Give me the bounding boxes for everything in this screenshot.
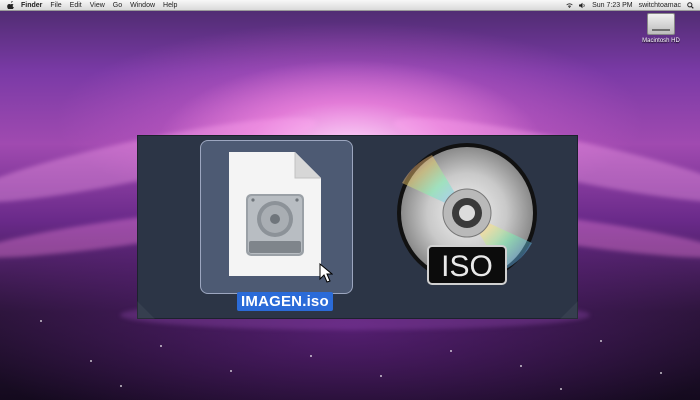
iso-label: ISO	[441, 250, 493, 283]
user-name[interactable]: switchtoamac	[639, 2, 681, 9]
apple-icon	[7, 1, 14, 9]
wifi-icon[interactable]	[566, 2, 573, 9]
star	[120, 385, 122, 387]
star	[600, 340, 602, 342]
menu-go[interactable]: Go	[113, 2, 122, 9]
iso-illustration-panel: IMAGEN.iso ISO	[137, 135, 578, 319]
mouse-cursor-icon	[319, 263, 333, 283]
hard-drive-icon[interactable]	[647, 13, 675, 35]
star	[160, 345, 162, 347]
star	[40, 320, 42, 322]
clock[interactable]: Sun 7:23 PM	[592, 2, 632, 9]
menu-app-name[interactable]: Finder	[21, 2, 42, 9]
spotlight-icon[interactable]	[687, 1, 694, 9]
selected-file-name[interactable]: IMAGEN.iso	[237, 292, 333, 311]
star	[660, 372, 662, 374]
cd-disc-icon: ISO	[397, 143, 537, 285]
menu-extras: Sun 7:23 PM switchtoamac	[566, 0, 694, 10]
disk-image-document-icon	[229, 152, 321, 276]
star	[450, 350, 452, 352]
menu-view[interactable]: View	[90, 2, 105, 9]
menu-bar: Finder File Edit View Go Window Help Sun…	[0, 0, 700, 11]
star	[310, 355, 312, 357]
star	[520, 365, 522, 367]
menu-file[interactable]: File	[50, 2, 61, 9]
menu-edit[interactable]: Edit	[70, 2, 82, 9]
star	[90, 360, 92, 362]
star	[380, 375, 382, 377]
apple-menu-icon[interactable]	[7, 1, 15, 9]
menu-help[interactable]: Help	[163, 2, 177, 9]
menu-window[interactable]: Window	[130, 2, 155, 9]
volume-icon[interactable]	[579, 2, 586, 9]
star	[560, 388, 562, 390]
star	[230, 370, 232, 372]
hard-drive-label[interactable]: Macintosh HD	[636, 38, 686, 44]
